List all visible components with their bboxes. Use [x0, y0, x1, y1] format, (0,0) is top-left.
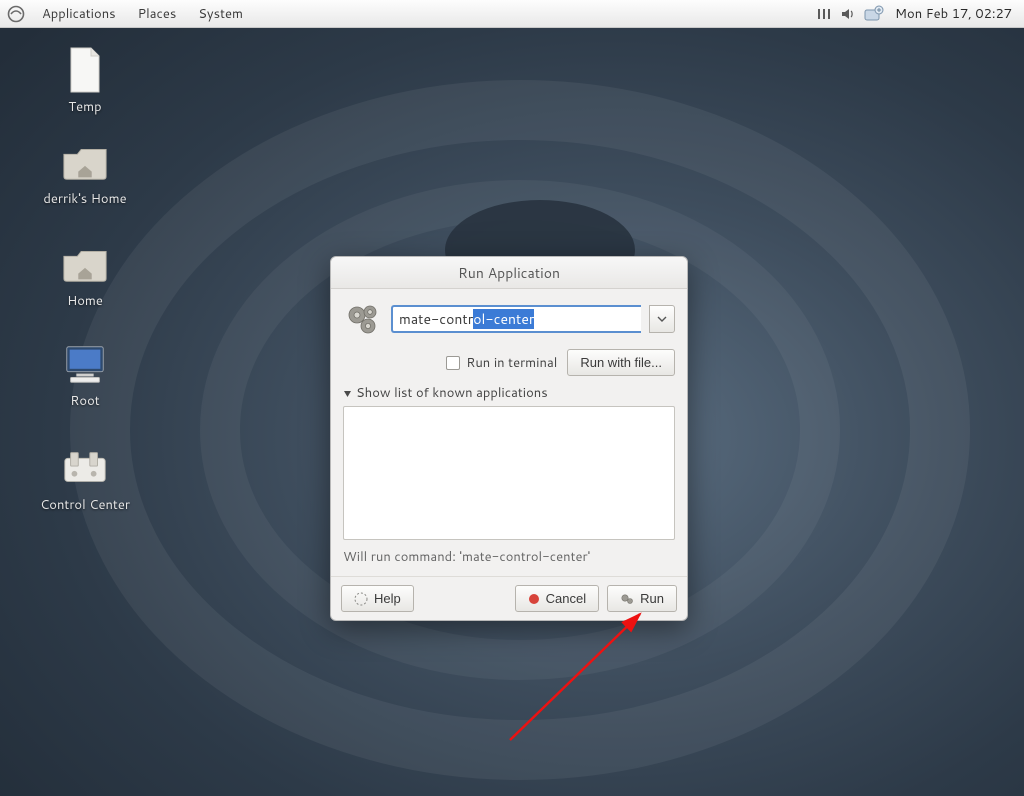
- clock[interactable]: Mon Feb 17, 02:27: [889, 1, 1018, 27]
- volume-icon[interactable]: [837, 4, 859, 24]
- help-button[interactable]: Help: [341, 585, 414, 612]
- menu-system[interactable]: System: [188, 1, 253, 27]
- command-preview: Will run command: 'mate-control-center': [343, 548, 675, 566]
- dialog-body: mate-control-center Run in terminal Run …: [331, 289, 687, 576]
- panel-right: Mon Feb 17, 02:27: [813, 1, 1018, 27]
- panel-left: Applications Places System: [6, 1, 253, 27]
- desktop-icon-label: derrik's Home: [30, 190, 140, 208]
- menu-applications[interactable]: Applications: [32, 1, 126, 27]
- cancel-button[interactable]: Cancel: [515, 585, 599, 612]
- known-apps-expander[interactable]: Show list of known applications: [343, 384, 675, 402]
- updates-icon[interactable]: [861, 3, 887, 25]
- checkbox-icon: [446, 356, 460, 370]
- menu-places[interactable]: Places: [128, 1, 187, 27]
- computer-icon: [61, 340, 109, 388]
- desktop-icon-root[interactable]: Root: [30, 340, 140, 410]
- run-in-terminal-label: Run in terminal: [466, 354, 557, 372]
- triangle-down-icon: [343, 389, 352, 398]
- chevron-down-icon: [657, 316, 667, 322]
- top-panel: Applications Places System Mon Feb 17, 0…: [0, 0, 1024, 28]
- dialog-title: Run Application: [458, 263, 560, 283]
- command-dropdown-button[interactable]: [649, 305, 675, 333]
- folder-home-icon: [61, 240, 109, 288]
- run-with-file-button[interactable]: Run with file...: [567, 349, 675, 376]
- desktop-icon-control-center[interactable]: Control Center: [30, 444, 140, 514]
- network-icon[interactable]: [813, 4, 835, 24]
- desktop-icon-label: Temp: [30, 98, 140, 116]
- command-selection: ol-center: [473, 309, 534, 329]
- run-in-terminal-checkbox[interactable]: Run in terminal: [446, 354, 557, 372]
- command-typed: mate-contr: [399, 309, 473, 329]
- desktop-icon-temp[interactable]: Temp: [30, 46, 140, 116]
- folder-home-icon: [61, 138, 109, 186]
- gears-icon: [620, 592, 634, 606]
- control-center-icon: [61, 444, 109, 492]
- command-input[interactable]: mate-control-center: [391, 305, 641, 333]
- file-icon: [61, 46, 109, 94]
- run-button[interactable]: Run: [607, 585, 677, 612]
- dialog-actions: Help Cancel Run: [331, 576, 687, 620]
- stop-icon: [528, 593, 540, 605]
- run-application-dialog: Run Application mate-control-center: [330, 256, 688, 621]
- desktop-icon-user-home[interactable]: derrik's Home: [30, 138, 140, 208]
- known-apps-list[interactable]: [343, 406, 675, 540]
- desktop-icon-label: Root: [30, 392, 140, 410]
- help-icon: [354, 592, 368, 606]
- desktop-icon-label: Home: [30, 292, 140, 310]
- run-app-icon: [343, 299, 383, 339]
- expander-label: Show list of known applications: [356, 384, 548, 402]
- dialog-titlebar[interactable]: Run Application: [331, 257, 687, 289]
- desktop-icon-label: Control Center: [30, 496, 140, 514]
- desktop-icon-home[interactable]: Home: [30, 240, 140, 310]
- distro-logo-icon[interactable]: [6, 4, 26, 24]
